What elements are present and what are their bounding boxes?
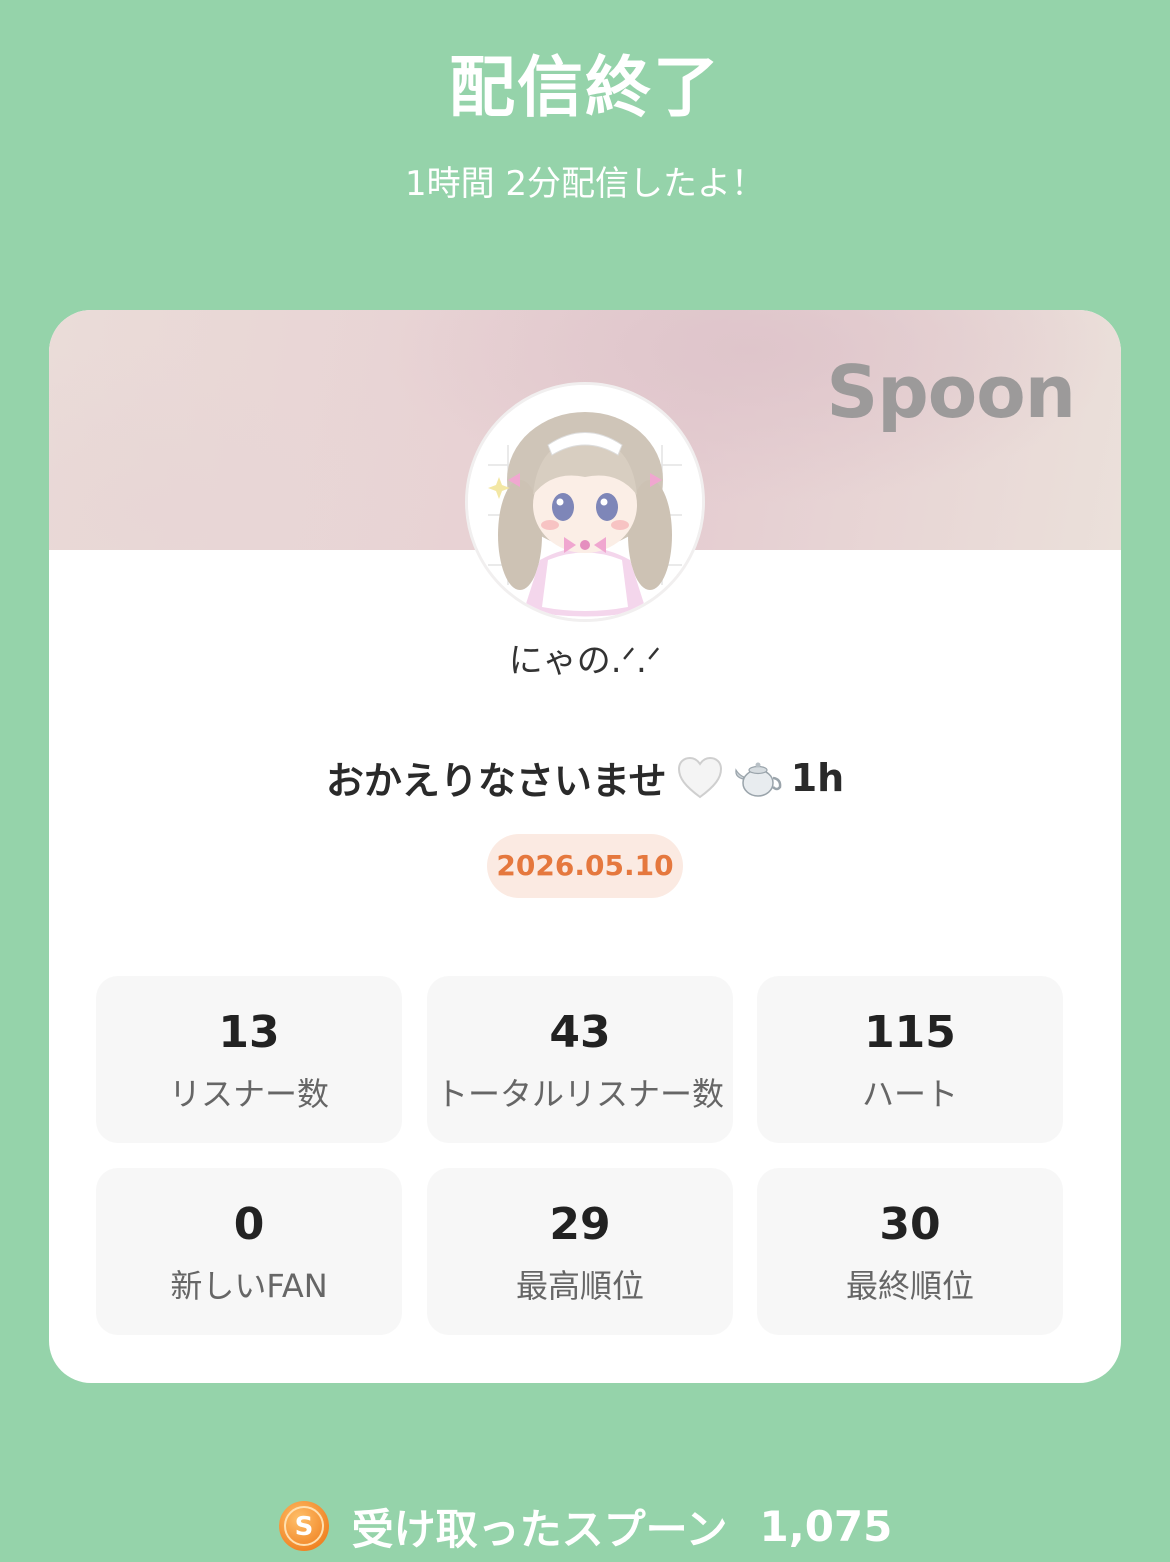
date-badge: 2026.05.10 [487,834,683,898]
stat-listeners: 13 リスナー数 [96,976,402,1143]
spoon-coin-icon: S [278,1501,329,1551]
broadcast-title-text: おかえりなさいませ [325,759,667,803]
broadcast-summary-card: Spoon にゃの.ᐟ.ᐟ おかえりなさいませ 1h 2026.05.10 13… [49,310,1121,1383]
stat-value: 0 [233,1199,265,1250]
stat-label: ハート [861,1075,958,1113]
avatar-illustration [468,385,702,619]
stat-label: 最終順位 [845,1267,974,1305]
teapot-icon [734,762,782,797]
stat-label: 最高順位 [515,1267,644,1305]
stat-value: 29 [549,1199,611,1250]
stat-value: 13 [218,1007,280,1058]
username: にゃの.ᐟ.ᐟ [508,641,662,681]
stat-label: トータルリスナー数 [435,1075,724,1113]
white-heart-icon [677,756,722,798]
duration-message: 1時間 2分配信したよ！ [404,164,766,204]
received-spoons-label: 受け取ったスプーン [351,1504,728,1554]
broadcast-title: おかえりなさいませ 1h [49,750,1121,805]
avatar[interactable] [465,382,705,622]
stat-total-listeners: 43 トータルリスナー数 [427,976,733,1143]
stat-value: 115 [864,1007,956,1058]
stat-value: 43 [549,1007,611,1058]
brand-logo: Spoon [826,350,1076,434]
stat-highest-rank: 29 最高順位 [427,1168,733,1335]
stat-new-fans: 0 新しいFAN [96,1168,402,1335]
received-spoons: S 受け取ったスプーン 1,075 [0,1496,1170,1556]
stat-label: 新しいFAN [170,1267,328,1305]
stat-value: 30 [879,1199,941,1250]
stat-label: リスナー数 [168,1075,329,1113]
stat-hearts: 115 ハート [757,976,1063,1143]
page-title: 配信終了 [449,49,721,126]
broadcast-title-suffix: 1h [790,755,845,800]
received-spoons-value: 1,075 [759,1501,893,1551]
svg-text:S: S [294,1512,313,1542]
stat-final-rank: 30 最終順位 [757,1168,1063,1335]
